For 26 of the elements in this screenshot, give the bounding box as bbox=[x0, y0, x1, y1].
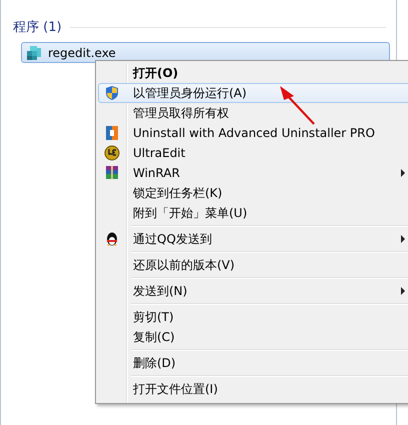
penguin-icon bbox=[104, 231, 120, 247]
menu-item[interactable]: 锁定到任务栏(K) bbox=[98, 183, 408, 203]
registry-cubes-icon bbox=[26, 44, 42, 60]
ultraedit-icon bbox=[104, 145, 120, 161]
uninstaller-icon bbox=[104, 125, 120, 141]
menu-item[interactable]: 剪切(T) bbox=[98, 307, 408, 327]
menu-item[interactable]: 还原以前的版本(V) bbox=[98, 255, 408, 275]
menu-item[interactable]: Uninstall with Advanced Uninstaller PRO bbox=[98, 123, 408, 143]
menu-item[interactable]: 删除(D) bbox=[98, 353, 408, 373]
menu-item[interactable]: UltraEdit bbox=[98, 143, 408, 163]
menu-item[interactable]: 以管理员身份运行(A) bbox=[98, 83, 408, 103]
menu-item[interactable]: 通过QQ发送到 bbox=[98, 229, 408, 249]
menu-item[interactable]: 打开文件位置(I) bbox=[98, 379, 408, 399]
shield-icon bbox=[104, 85, 120, 101]
menu-item[interactable]: 管理员取得所有权 bbox=[98, 103, 408, 123]
group-title: 程序 (1) bbox=[13, 19, 62, 36]
menu-item[interactable]: 复制(C) bbox=[98, 327, 408, 347]
annotation-arrow-drawing bbox=[278, 86, 318, 126]
menu-item[interactable]: WinRAR bbox=[98, 163, 408, 183]
books-stack-icon bbox=[104, 165, 120, 181]
submenu-arrow-icon bbox=[401, 287, 405, 295]
menu-item[interactable]: 发送到(N) bbox=[98, 281, 408, 301]
submenu-arrow-icon bbox=[401, 235, 405, 243]
menu-item[interactable]: 打开(O) bbox=[98, 63, 408, 83]
submenu-arrow-icon bbox=[401, 169, 405, 177]
menu-item[interactable]: 附到「开始」菜单(U) bbox=[98, 203, 408, 223]
